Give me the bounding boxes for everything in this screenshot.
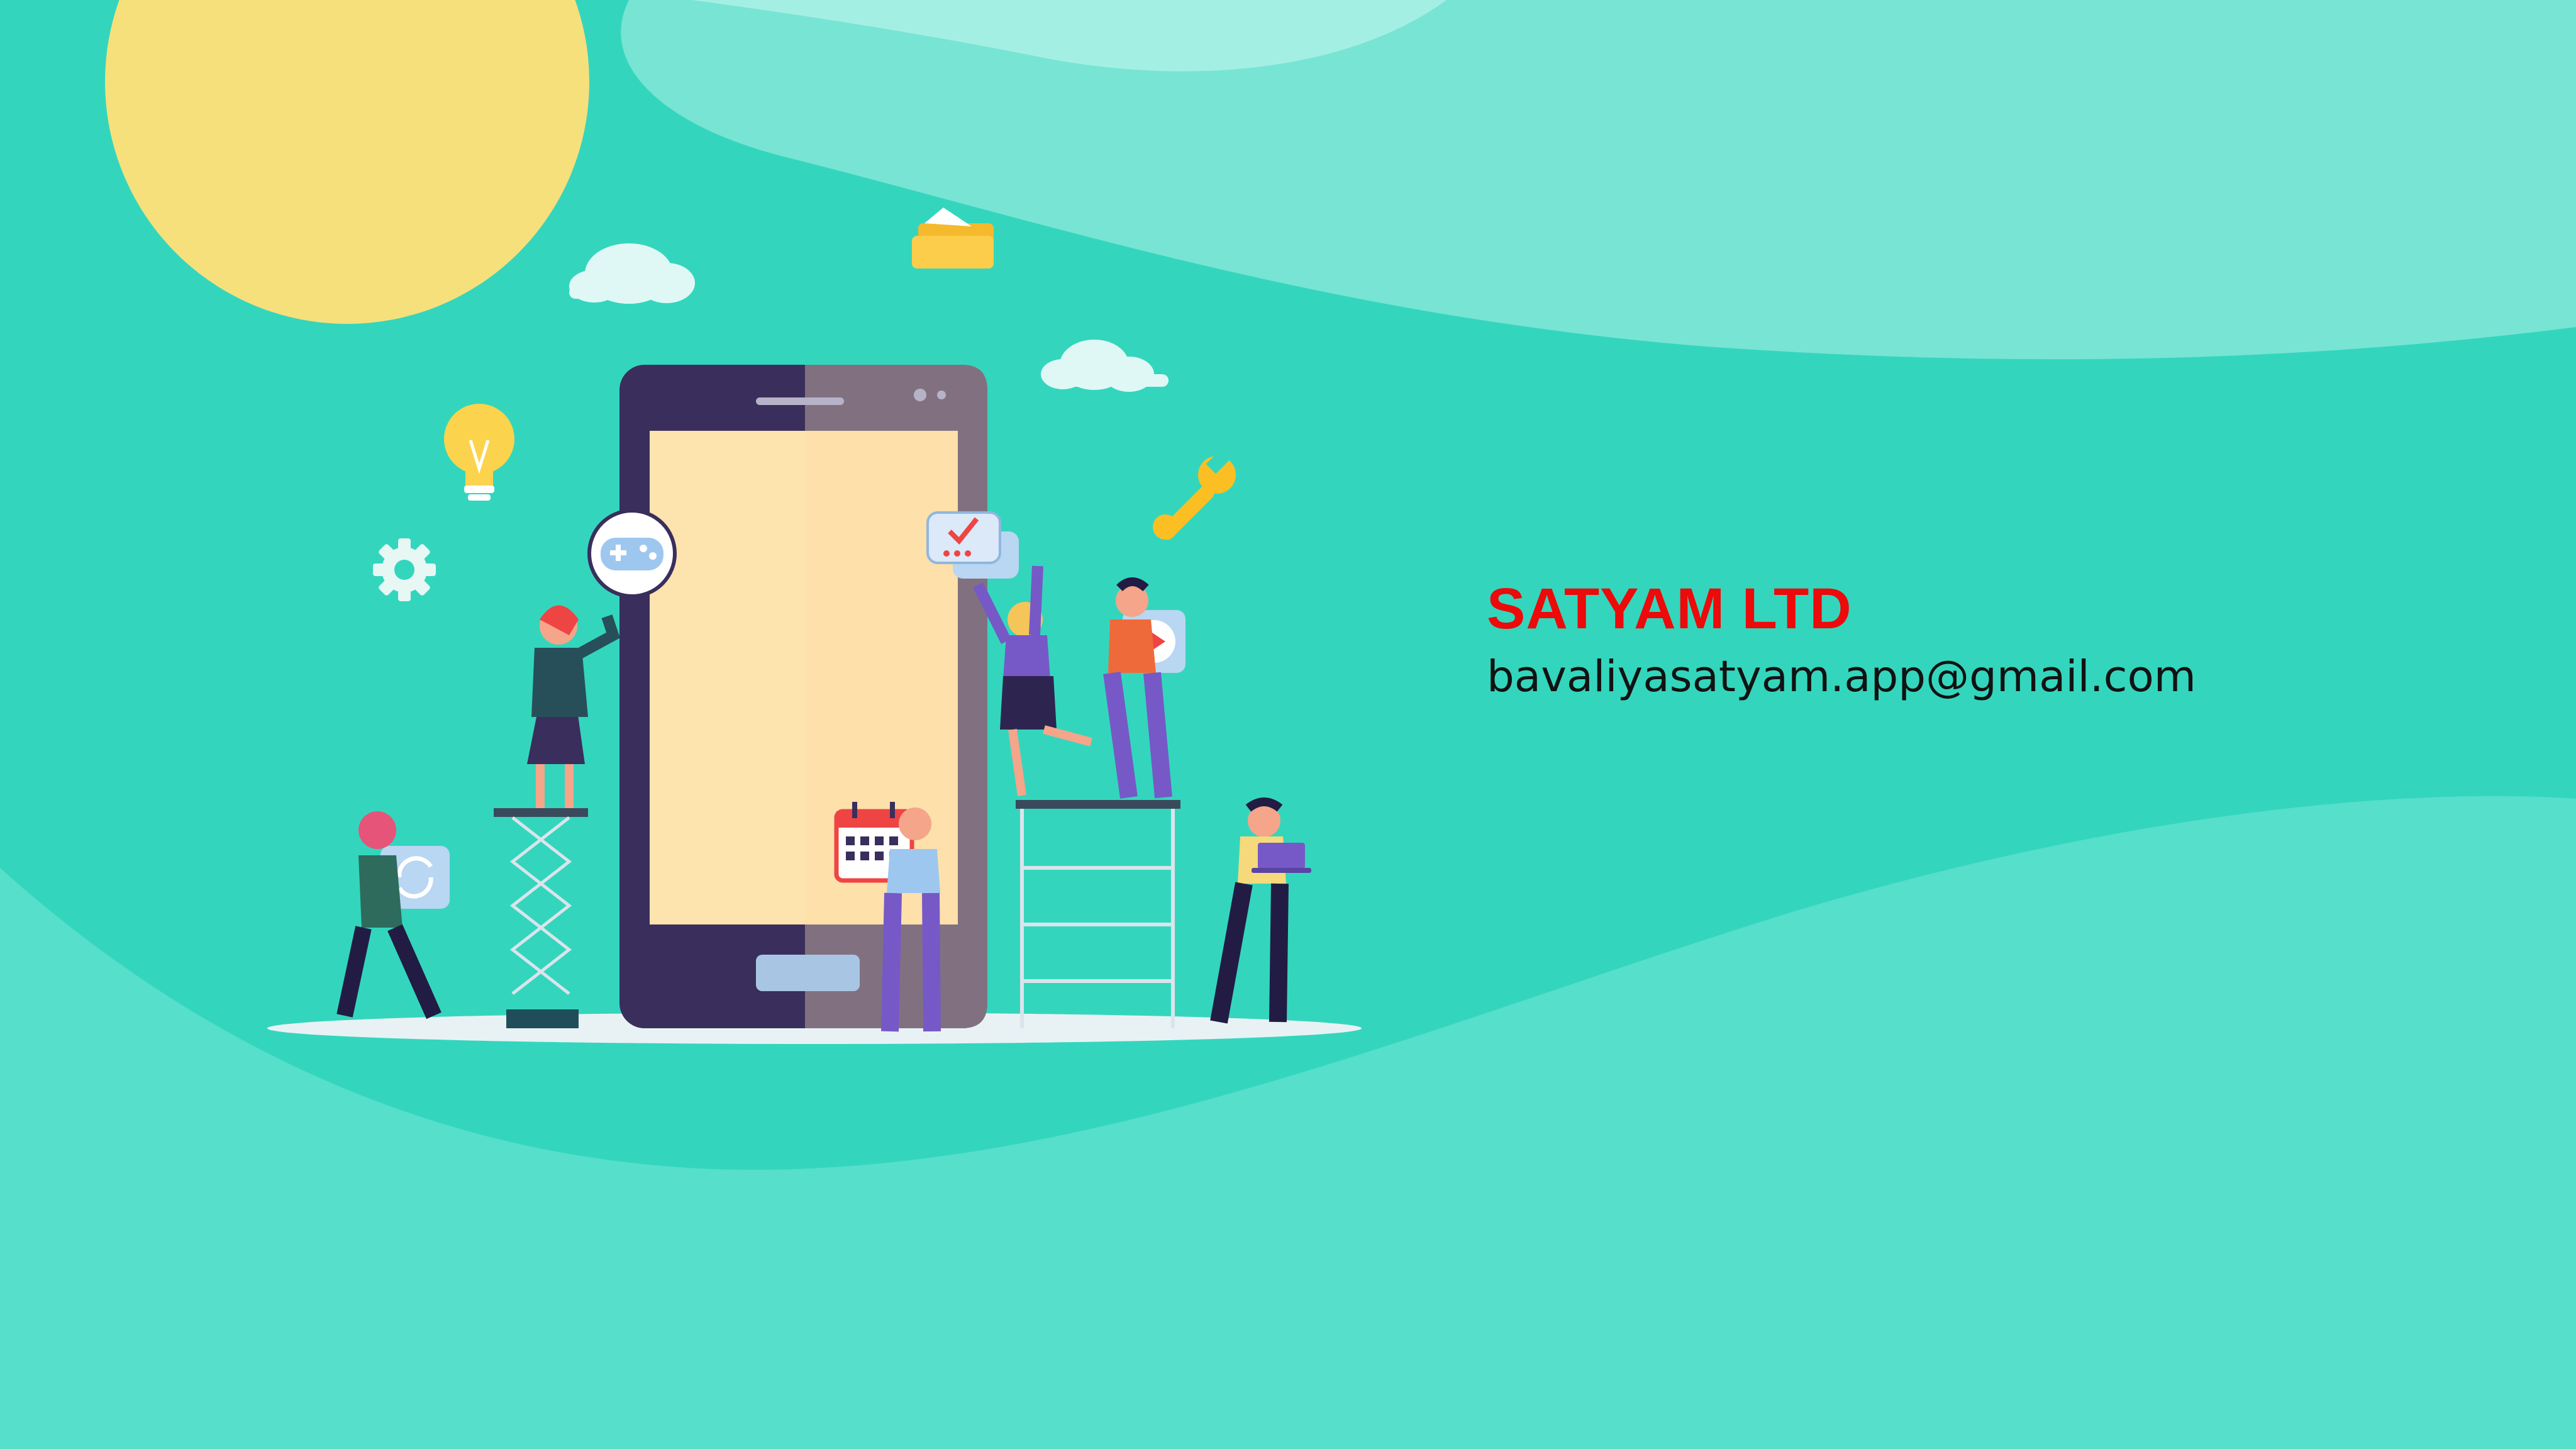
cloud-icon <box>569 243 695 304</box>
promo-banner: SATYAM LTD bavaliyasatyam.app@gmail.com <box>0 0 2576 1449</box>
person-on-lift <box>527 605 620 808</box>
person-reaching <box>972 565 1092 796</box>
wrench-icon <box>1153 450 1236 540</box>
gamepad-icon <box>587 509 677 598</box>
laptop-icon <box>1252 843 1311 873</box>
cloud-icon <box>1041 340 1169 392</box>
company-email: bavaliyasatyam.app@gmail.com <box>1487 652 2197 702</box>
app-development-illustration <box>267 208 1362 1044</box>
person-walking <box>336 811 441 1019</box>
phone-home-button <box>756 955 860 991</box>
ladder <box>1016 800 1180 1028</box>
scissor-lift <box>494 808 588 1028</box>
lightbulb-icon <box>444 404 514 501</box>
gear-icon <box>373 538 436 601</box>
person-with-laptop <box>1210 797 1311 1024</box>
folder-icon <box>912 208 994 269</box>
company-info: SATYAM LTD bavaliyasatyam.app@gmail.com <box>1487 580 2196 699</box>
company-name: SATYAM LTD <box>1487 577 1852 641</box>
